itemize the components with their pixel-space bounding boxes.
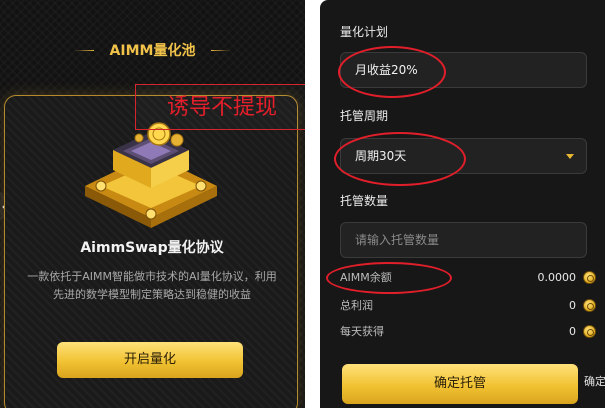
stat-value: 0.0000 xyxy=(537,271,577,284)
start-quant-button[interactable]: 开启量化 xyxy=(57,342,243,378)
title-divider-right xyxy=(211,50,231,51)
pool-title-row: AIMM量化池 xyxy=(0,40,305,62)
plan-label: 量化计划 xyxy=(340,25,389,39)
confirm-label-fragment: 确定 xyxy=(584,375,605,388)
warning-annotation-text: 诱导不提现 xyxy=(166,95,277,120)
protocol-description: 一款依托于AIMM智能做市技术的AI量化协议，利用先进的数学模型制定策略达到稳健… xyxy=(27,270,277,301)
quant-pool-panel: AIMM量化池 ‹ AimmSwap量化协议 一款依托于AIMM智能做市技术的A… xyxy=(0,0,305,408)
stat-value: 0 xyxy=(569,325,576,338)
dropdown-caret-icon xyxy=(566,154,574,159)
panel-divider xyxy=(305,0,320,408)
amount-label: 托管数量 xyxy=(340,194,389,208)
stat-label: 总利润 xyxy=(340,299,373,312)
protocol-name: AimmSwap量化协议 xyxy=(80,240,224,256)
amount-placeholder: 请输入托管数量 xyxy=(355,233,440,247)
coin-icon xyxy=(583,271,596,284)
amount-input[interactable]: 请输入托管数量 xyxy=(340,222,587,258)
coin-icon xyxy=(583,325,596,338)
protocol-card: AimmSwap量化协议 一款依托于AIMM智能做市技术的AI量化协议，利用先进… xyxy=(4,95,298,408)
quant-machine-illustration xyxy=(85,122,217,228)
stat-label: 每天获得 xyxy=(340,325,384,338)
annotation-ellipse-balance xyxy=(326,262,452,294)
period-label: 托管周期 xyxy=(340,109,389,123)
stat-row-total-profit: 总利润 0 xyxy=(340,296,602,316)
confirm-custody-button[interactable]: 确定托管 xyxy=(342,364,578,404)
stat-row-daily: 每天获得 0 xyxy=(340,322,602,342)
coin-icon xyxy=(583,299,596,312)
annotation-ellipse-period xyxy=(334,132,466,186)
annotation-ellipse-plan xyxy=(338,46,446,98)
stat-value: 0 xyxy=(569,299,576,312)
pool-title: AIMM量化池 xyxy=(109,43,196,59)
warning-annotation-box: 诱导不提现 xyxy=(135,84,305,130)
custody-form-panel: 量化计划 月收益20% 托管周期 周期30天 托管数量 请输入托管数量 AIMM… xyxy=(320,0,605,408)
